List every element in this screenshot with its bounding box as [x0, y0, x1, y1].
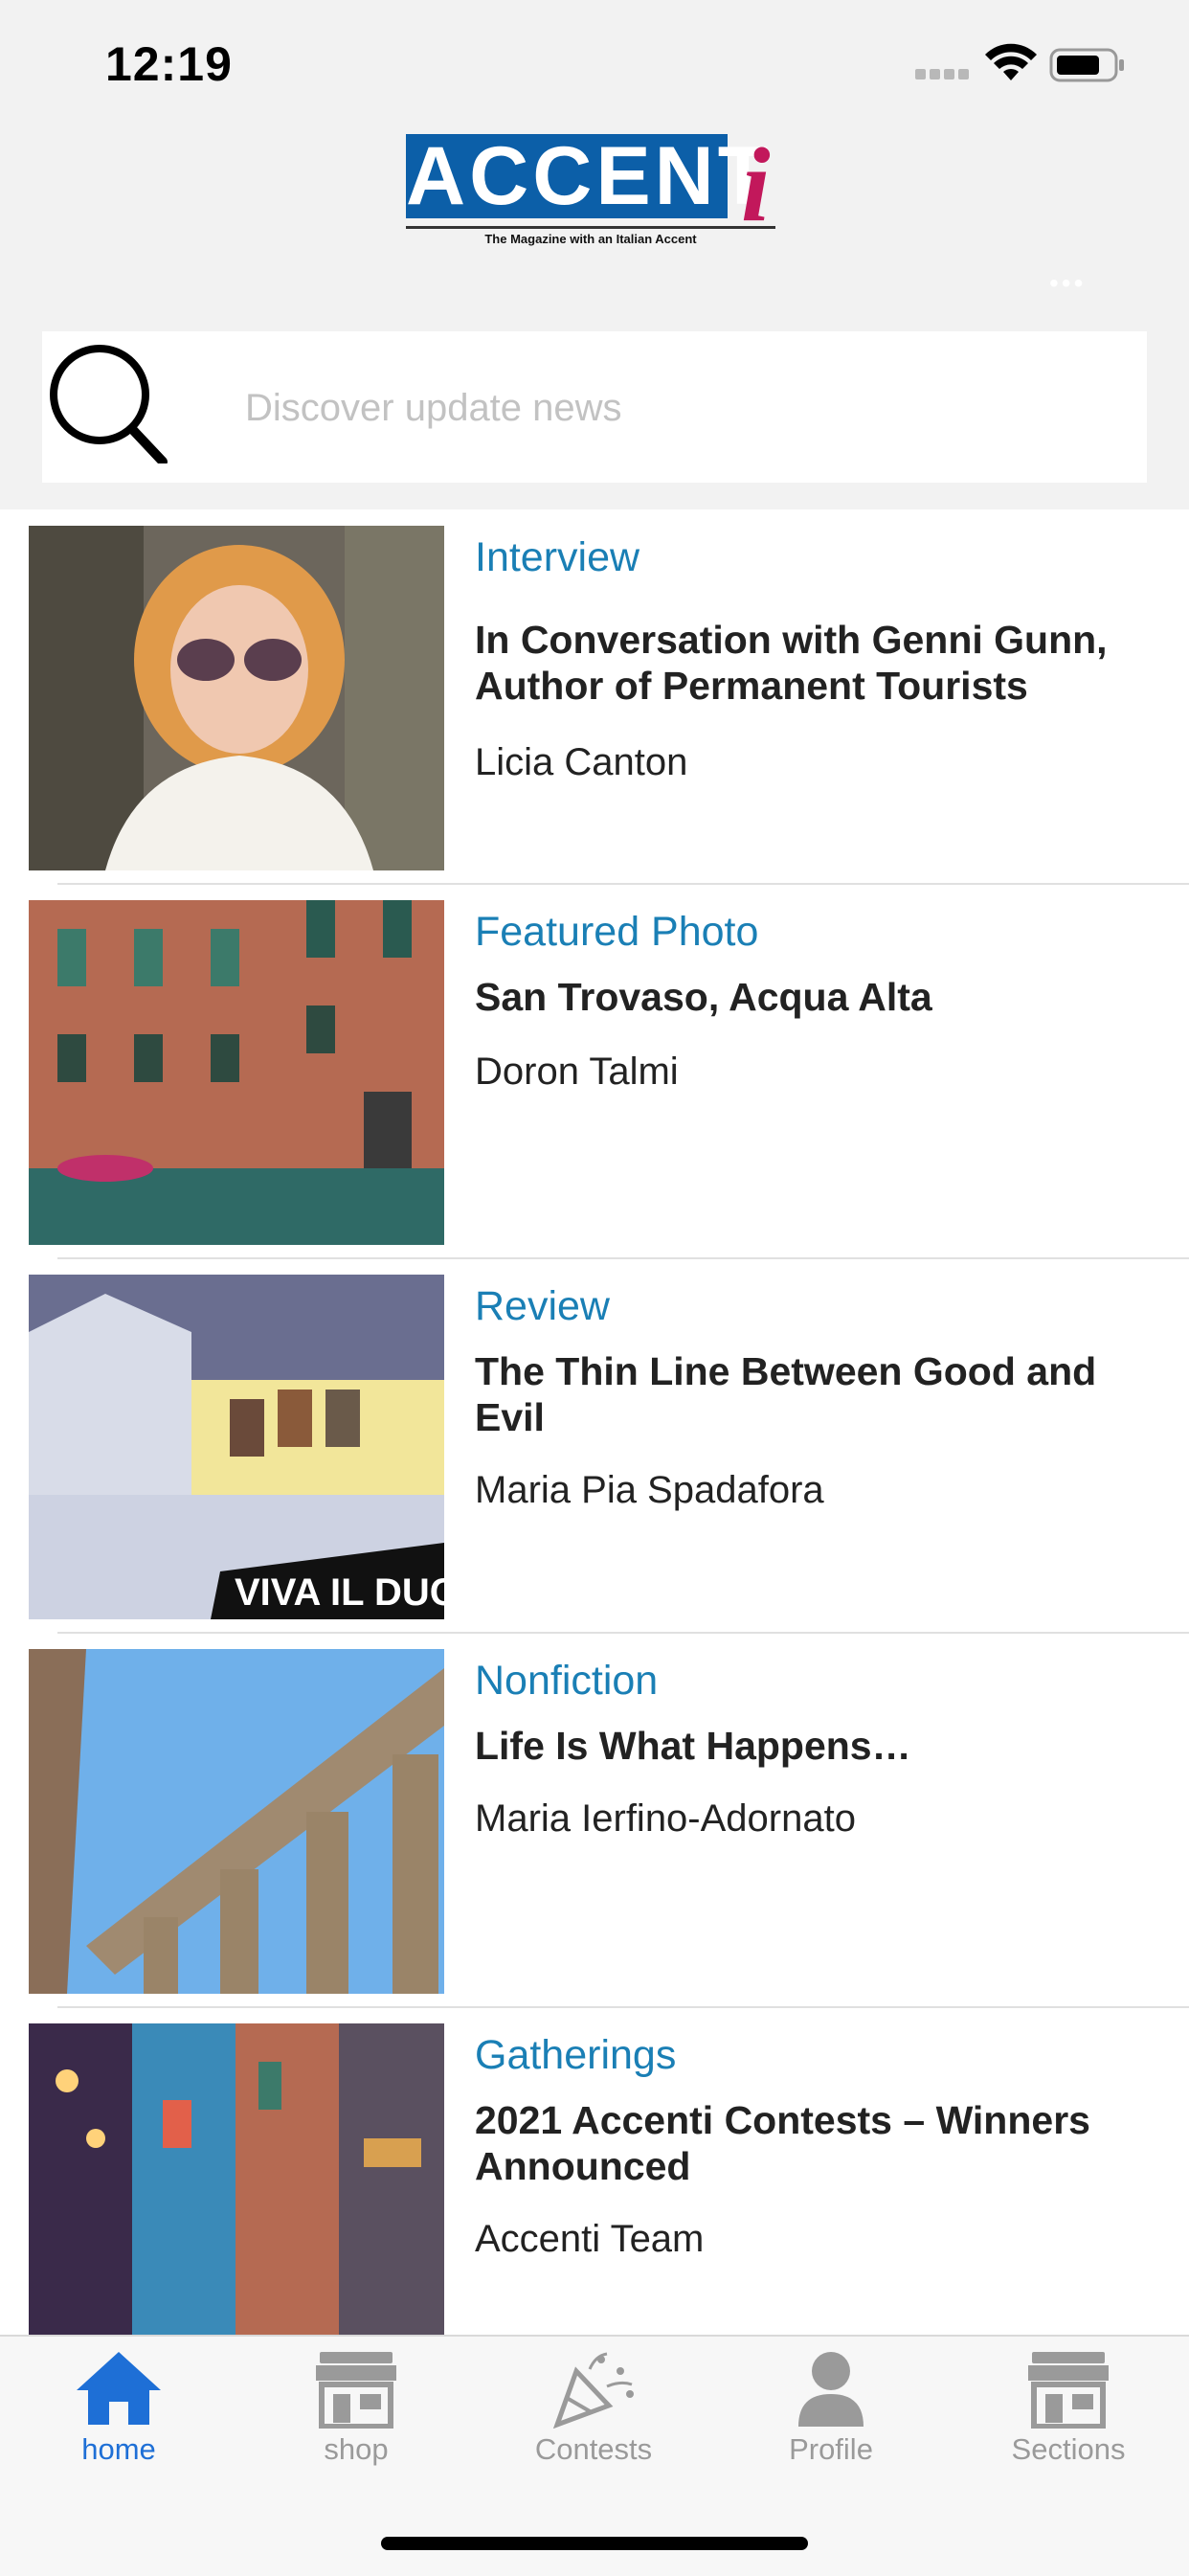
wifi-icon [985, 43, 1037, 80]
tab-label: Profile [789, 2432, 873, 2466]
article-title: In Conversation with Genni Gunn, Author … [475, 618, 1108, 708]
article-item[interactable]: VIVA IL DUC Review The Thin Line Between… [0, 1258, 1189, 1634]
article-thumbnail [29, 526, 444, 870]
article-title: Life Is What Happens… [475, 1724, 911, 1768]
tab-label: Sections [1011, 2432, 1126, 2466]
article-category: Featured Photo [475, 909, 759, 955]
article-category: Review [475, 1283, 610, 1329]
article-category: Interview [475, 534, 640, 580]
svg-text:VIVA IL DUC: VIVA IL DUC [235, 1571, 444, 1614]
tab-home[interactable]: home [23, 2348, 214, 2492]
logo-tagline: The Magazine with an Italian Accent [484, 232, 697, 246]
home-indicator [381, 2537, 808, 2550]
battery-icon [1049, 48, 1124, 82]
tab-contests[interactable]: Contests [498, 2348, 689, 2492]
party-popper-icon [552, 2352, 634, 2429]
article-item[interactable]: Nonfiction Life Is What Happens… Maria I… [0, 1633, 1189, 2008]
search-icon[interactable] [44, 339, 168, 463]
home-icon [77, 2352, 161, 2425]
person-icon [798, 2352, 864, 2427]
article-author: Maria Ierfino-Adornato [475, 1797, 856, 1840]
article-item[interactable]: Featured Photo San Trovaso, Acqua Alta D… [0, 884, 1189, 1259]
more-options-icon[interactable]: ••• [1049, 268, 1086, 299]
store-icon [1028, 2352, 1109, 2429]
article-title: 2021 Accenti Contests – Winners Announce… [475, 2098, 1090, 2188]
search-input[interactable] [243, 375, 1109, 441]
article-author: Accenti Team [475, 2218, 705, 2260]
tab-shop[interactable]: shop [260, 2348, 452, 2492]
tab-label: home [81, 2432, 156, 2466]
article-thumbnail [29, 2023, 444, 2335]
article-author: Licia Canton [475, 741, 688, 783]
tab-label: Contests [534, 2432, 653, 2466]
tab-profile[interactable]: Profile [735, 2348, 927, 2492]
status-time: 12:19 [105, 37, 233, 91]
cellular-signal-icon [915, 67, 973, 80]
accenti-logo: ACCENT i The Magazine with an Italian Ac… [406, 126, 789, 249]
article-thumbnail: VIVA IL DUC [29, 1275, 444, 1619]
article-list: Interview In Conversation with Genni Gun… [0, 509, 1189, 2335]
tab-label: shop [324, 2432, 389, 2466]
article-item[interactable]: Gatherings 2021 Accenti Contests – Winne… [0, 2007, 1189, 2335]
article-category: Nonfiction [475, 1658, 659, 1704]
article-item[interactable]: Interview In Conversation with Genni Gun… [0, 509, 1189, 885]
article-category: Gatherings [475, 2032, 677, 2078]
article-title: San Trovaso, Acqua Alta [475, 975, 932, 1019]
article-thumbnail [29, 1649, 444, 1994]
article-thumbnail [29, 900, 444, 1245]
store-icon [316, 2352, 396, 2429]
article-title: The Thin Line Between Good and Evil [475, 1349, 1097, 1439]
article-author: Maria Pia Spadafora [475, 1469, 824, 1511]
tab-sections[interactable]: Sections [973, 2348, 1164, 2492]
status-bar: 12:19 [0, 0, 1189, 124]
article-author: Doron Talmi [475, 1051, 679, 1093]
